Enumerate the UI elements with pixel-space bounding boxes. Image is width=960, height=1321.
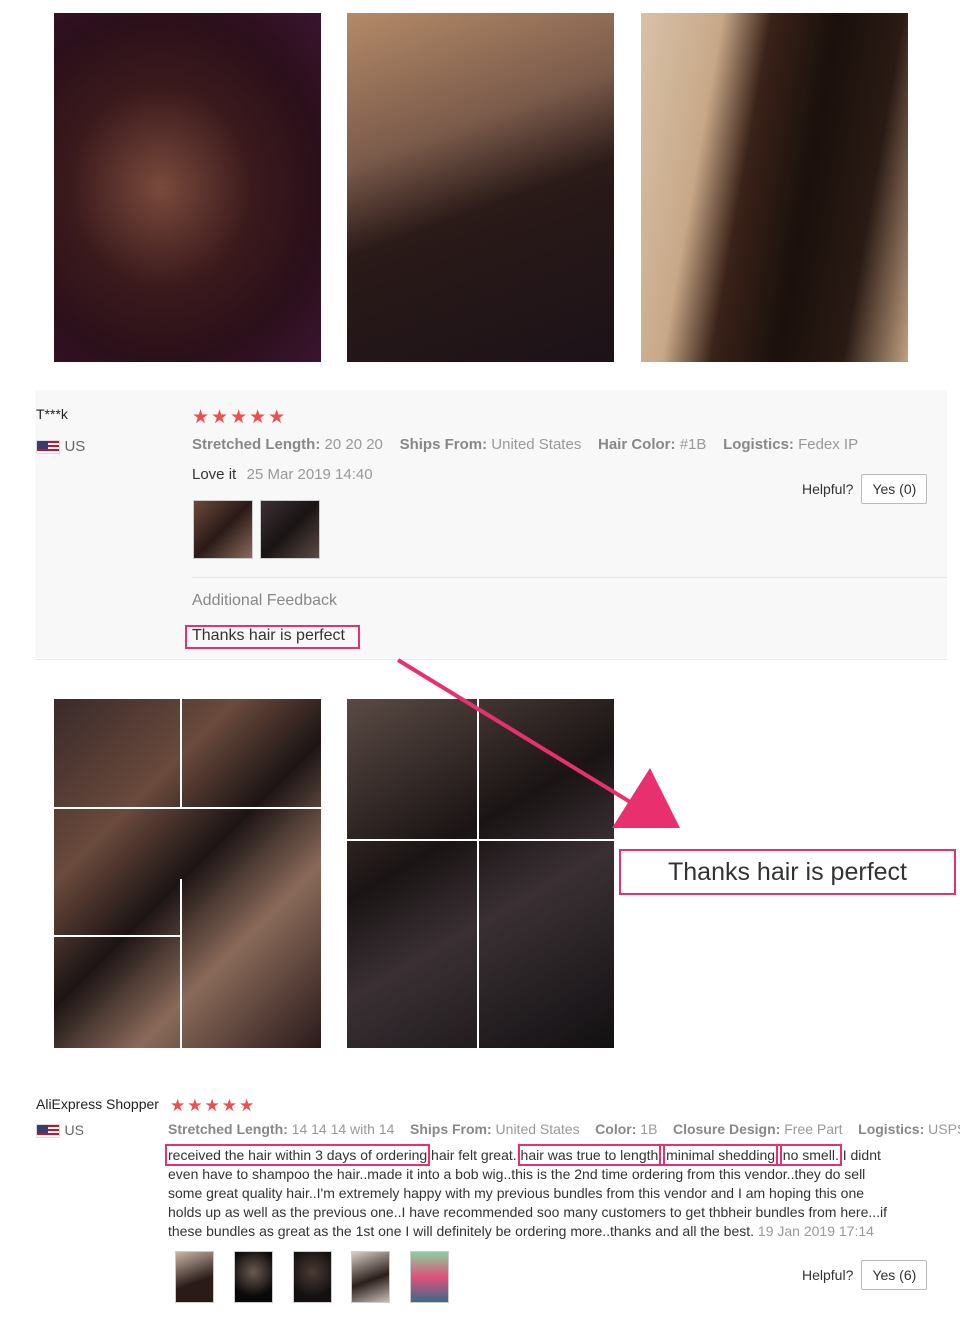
review-attributes: Stretched Length: 14 14 14 with 14 Ships… — [168, 1121, 960, 1137]
attr-stretched-length: Stretched Length: 14 14 14 with 14 — [168, 1121, 395, 1137]
helpful-yes-button[interactable]: Yes (6) — [861, 1260, 928, 1290]
review-thumbnail[interactable] — [293, 1251, 332, 1303]
review-text: received the hair within 3 days of order… — [164, 1144, 948, 1241]
attr-logistics: Logistics: USPS — [858, 1121, 960, 1137]
review-text-line: some great quality hair..I'm extremely h… — [168, 1185, 865, 1201]
review-date: 19 Jan 2019 17:14 — [757, 1223, 874, 1239]
us-flag-icon — [36, 1123, 60, 1138]
highlighted-phrase: hair was true to length. — [517, 1144, 666, 1166]
review-text-line: even have to shampoo the hair..made it i… — [168, 1166, 866, 1182]
reviewer-country: US — [36, 1122, 84, 1140]
arrow-line — [396, 658, 642, 810]
attr-color: Color: 1B — [595, 1121, 658, 1137]
star-rating: ★★★★★ — [170, 1096, 257, 1115]
review-phrase: .I didnt — [838, 1147, 881, 1163]
review-thumbnail[interactable] — [175, 1251, 214, 1303]
review-text-line: holds up as well as the previous one..I … — [168, 1204, 888, 1220]
review-thumbnail[interactable] — [410, 1251, 449, 1303]
review-thumbnail[interactable] — [351, 1251, 390, 1303]
country-label: US — [64, 1122, 84, 1138]
callout-box: Thanks hair is perfect — [619, 849, 956, 895]
attr-closure-design: Closure Design: Free Part — [672, 1121, 843, 1137]
helpful-row: Helpful? Yes (6) — [802, 1260, 928, 1290]
helpful-label: Helpful? — [802, 1267, 854, 1283]
review-text-line: these bundles as great as the 1st one I … — [168, 1223, 874, 1239]
review-phrase: .hair felt great.. — [427, 1147, 521, 1163]
review-thumbnail[interactable] — [234, 1251, 273, 1303]
attr-ships-from: Ships From: United States — [409, 1121, 580, 1137]
reviewer-name: AliExpress Shopper — [36, 1096, 159, 1112]
highlighted-phrase: .no smell. — [775, 1144, 842, 1166]
review-text-line: received the hair within 3 days of order… — [164, 1144, 948, 1166]
highlighted-phrase: received the hair within 3 days of order… — [164, 1144, 431, 1166]
highlighted-phrase: .minimal shedding. — [659, 1144, 782, 1166]
